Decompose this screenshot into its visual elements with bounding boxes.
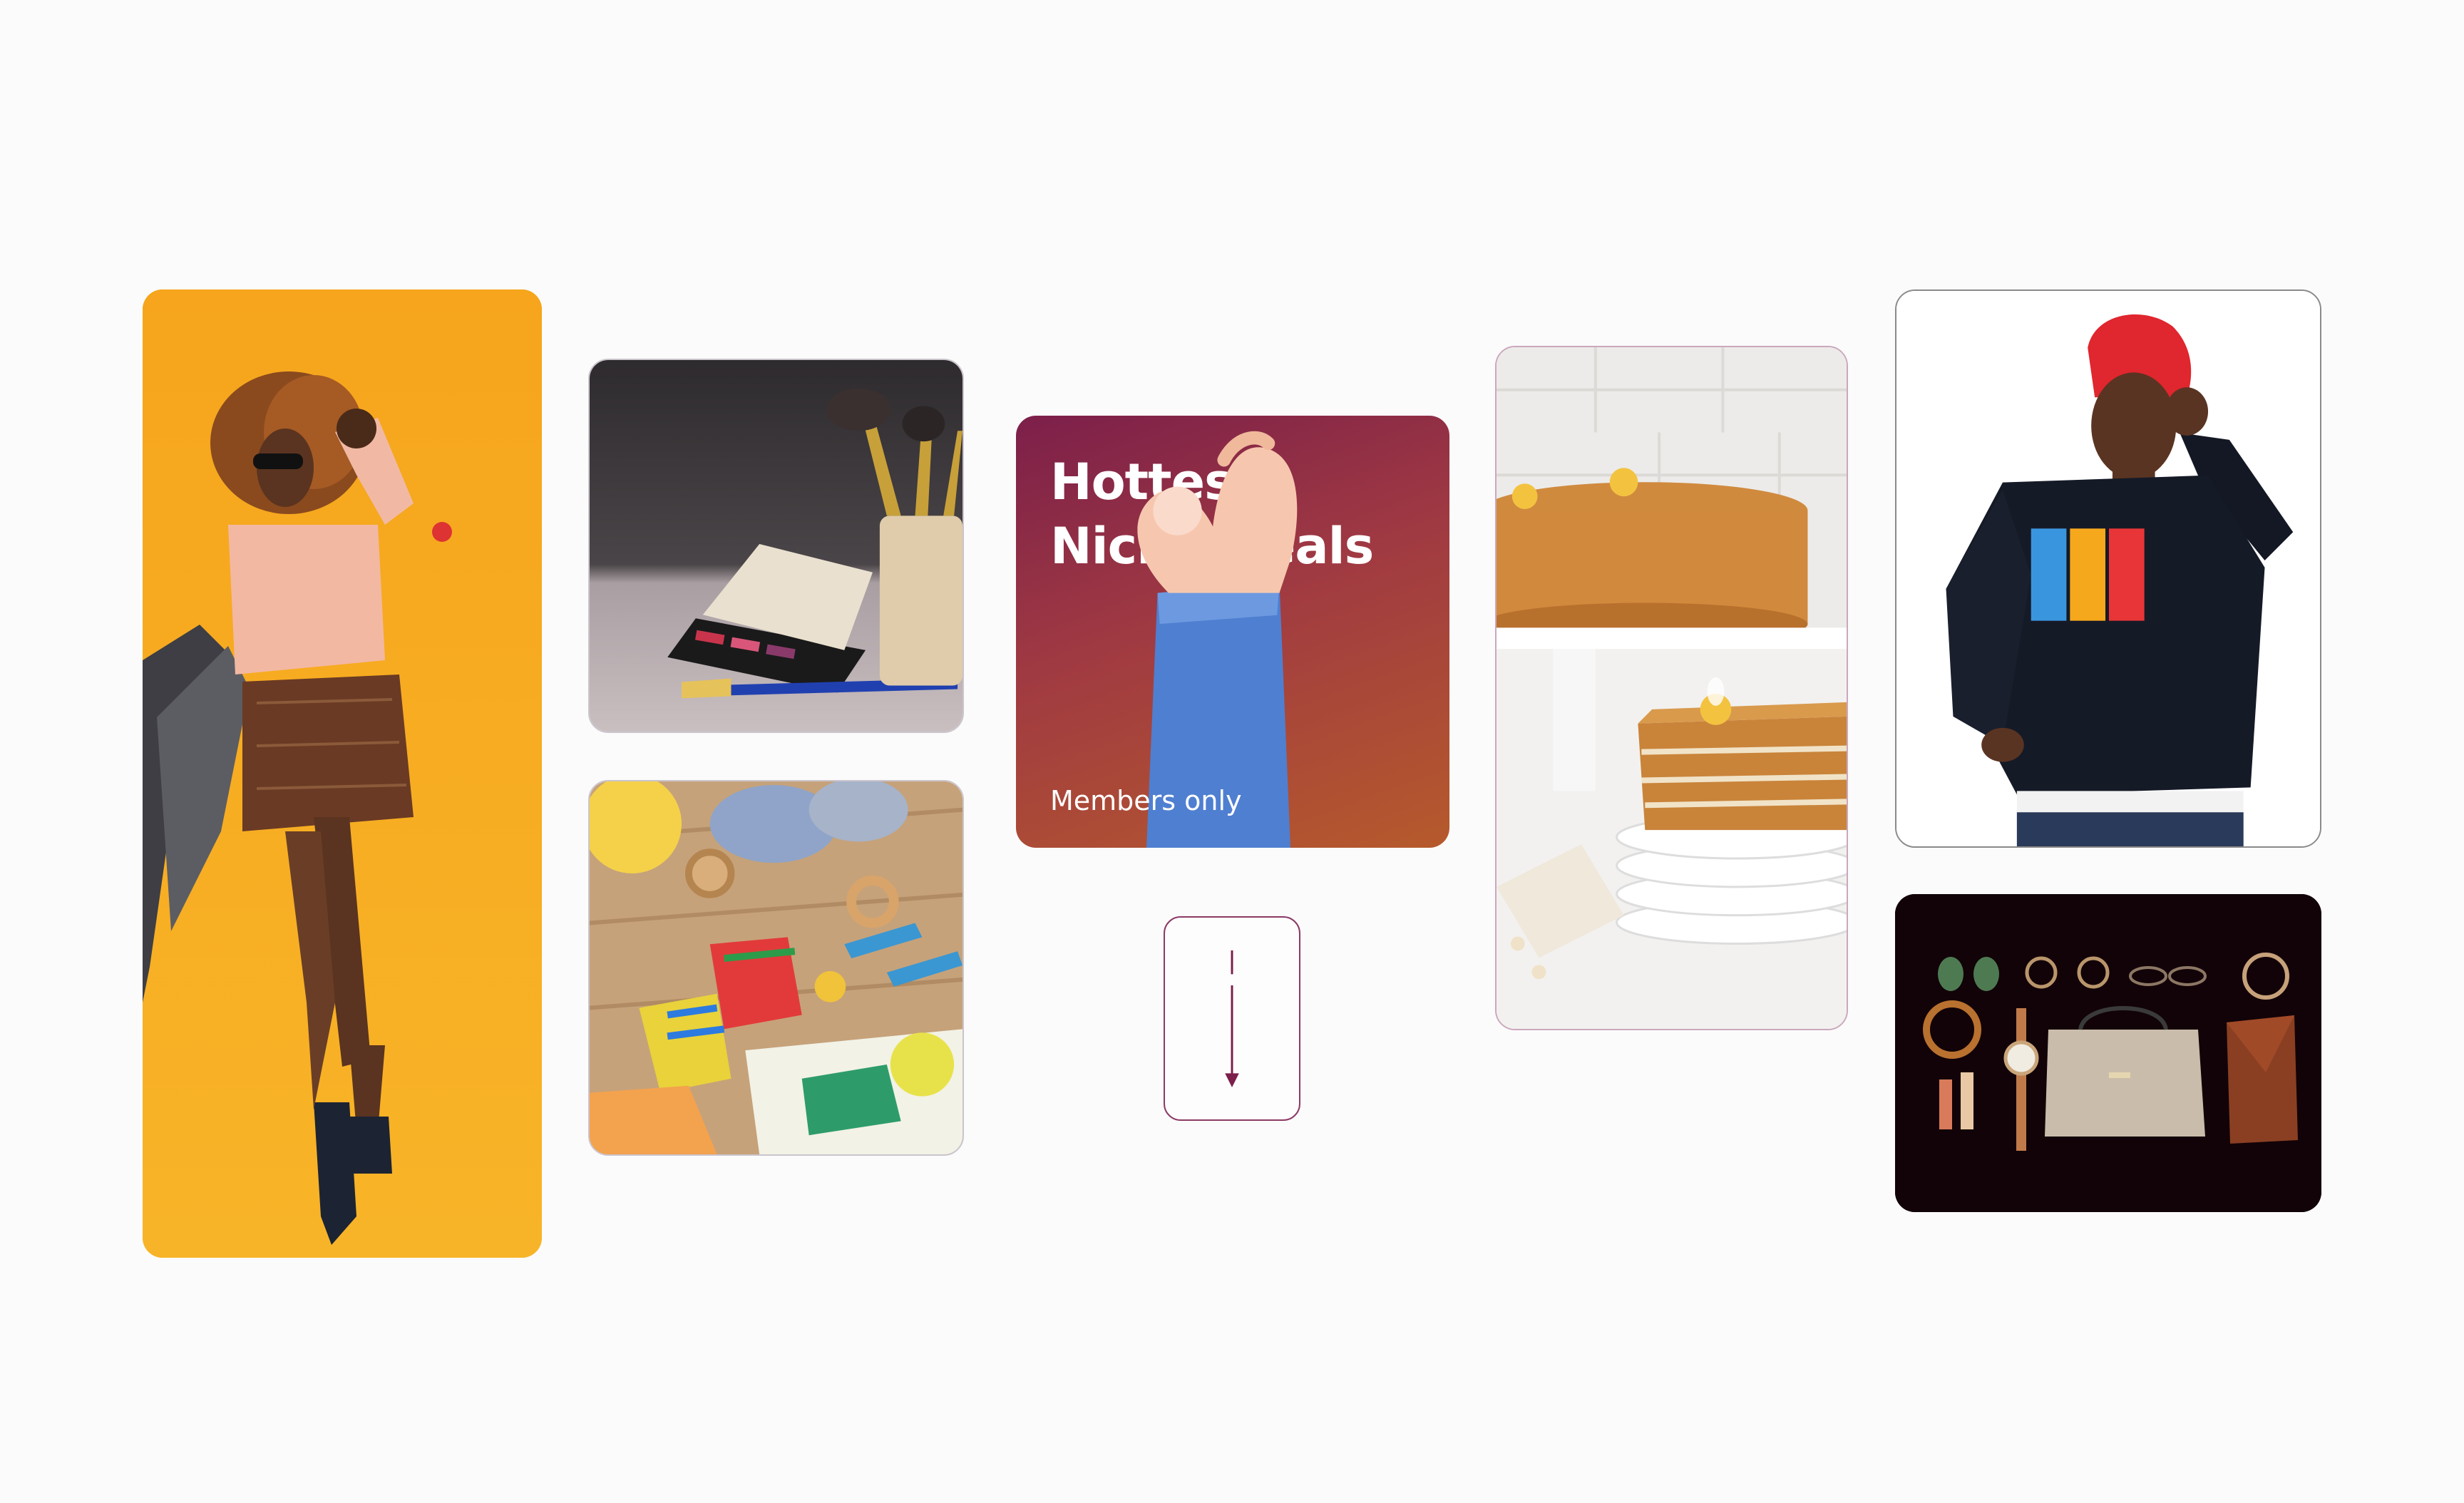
honey-cake-photo bbox=[1497, 347, 1847, 1029]
makeup-tile[interactable] bbox=[588, 359, 964, 733]
ok-hand-icon bbox=[1137, 431, 1298, 848]
baby-tile[interactable] bbox=[588, 780, 964, 1156]
sweatshirt-model-photo bbox=[1896, 291, 2320, 846]
accessories-flatlay-photo bbox=[1895, 894, 2321, 1212]
gallery-stage: Hottest Niche Deals Members only bbox=[0, 0, 2464, 1503]
cake-tile[interactable] bbox=[1495, 346, 1848, 1030]
promo-card[interactable]: Hottest Niche Deals Members only bbox=[1016, 416, 1449, 848]
baby-toys-photo bbox=[590, 781, 962, 1154]
scroll-down-button[interactable] bbox=[1164, 916, 1300, 1121]
promo-subtitle: Members only bbox=[1050, 785, 1242, 816]
arrow-down-icon bbox=[1225, 950, 1239, 1087]
sweatshirt-tile[interactable] bbox=[1895, 289, 2321, 848]
makeup-brushes-photo bbox=[590, 360, 962, 732]
fashion-tile[interactable] bbox=[143, 289, 542, 1258]
fashion-photo bbox=[143, 289, 542, 1258]
accessories-tile[interactable] bbox=[1895, 894, 2321, 1212]
